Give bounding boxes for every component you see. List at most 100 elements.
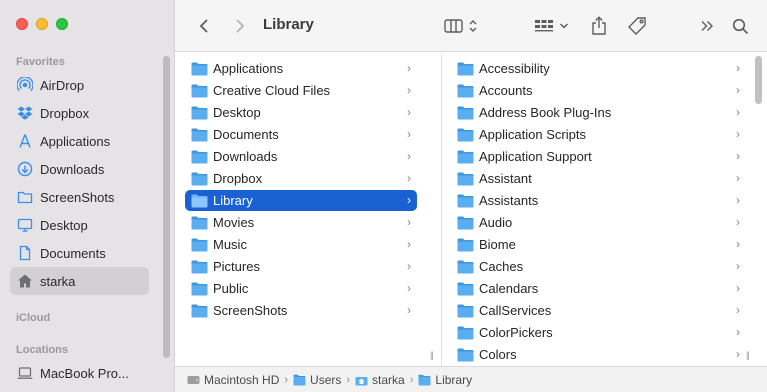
folder-icon <box>457 106 474 119</box>
sidebar-item-label: Desktop <box>40 217 88 233</box>
folder-name: Accounts <box>479 83 533 98</box>
column1-row-dropbox[interactable]: Dropbox › <box>185 168 417 189</box>
column2-row-caches[interactable]: Caches › <box>451 256 742 277</box>
chevron-left-icon <box>199 19 208 33</box>
folder-name: Public <box>213 281 249 296</box>
folder-name: ScreenShots <box>213 303 288 318</box>
toolbar: Library <box>175 0 767 52</box>
path-item[interactable]: Library <box>418 373 472 387</box>
column1-row-pictures[interactable]: Pictures › <box>185 256 417 277</box>
folder-icon <box>16 188 34 206</box>
chevron-right-icon: › <box>736 193 740 207</box>
window-title: Library <box>263 16 314 33</box>
path-item[interactable]: Macintosh HD <box>187 373 279 387</box>
close-button[interactable] <box>16 18 28 30</box>
sidebar-scrollbar[interactable] <box>163 56 170 358</box>
column1-row-creative-cloud-files[interactable]: Creative Cloud Files › <box>185 80 417 101</box>
column2-row-audio[interactable]: Audio › <box>451 212 742 233</box>
downloads-icon <box>16 160 34 178</box>
chevron-right-icon: › <box>407 171 411 185</box>
folder-icon <box>191 172 208 185</box>
folder-icon <box>457 238 474 251</box>
column1-row-downloads[interactable]: Downloads › <box>185 146 417 167</box>
chevron-right-icon: › <box>736 237 740 251</box>
sidebar-item-airdrop[interactable]: AirDrop <box>10 71 149 99</box>
double-chevron-icon <box>701 21 713 31</box>
share-button[interactable] <box>589 14 609 38</box>
column2-row-application-scripts[interactable]: Application Scripts › <box>451 124 742 145</box>
column1-row-screenshots[interactable]: ScreenShots › <box>185 300 417 321</box>
column2-row-assistant[interactable]: Assistant › <box>451 168 742 189</box>
folder-name: Documents <box>213 127 279 142</box>
home-icon <box>16 272 34 290</box>
folder-name: Assistants <box>479 193 539 208</box>
sidebar-item-documents[interactable]: Documents <box>10 239 149 267</box>
column1-row-desktop[interactable]: Desktop › <box>185 102 417 123</box>
column-scrollbar[interactable] <box>755 56 762 104</box>
chevron-right-icon: › <box>736 149 740 163</box>
column2-row-calendars[interactable]: Calendars › <box>451 278 742 299</box>
sidebar-item-dropbox[interactable]: Dropbox <box>10 99 149 127</box>
column1-row-public[interactable]: Public › <box>185 278 417 299</box>
laptop-icon <box>16 364 34 382</box>
desktop-icon <box>16 216 34 234</box>
sidebar-item-desktop[interactable]: Desktop <box>10 211 149 239</box>
forward-button[interactable] <box>231 14 249 38</box>
sidebar-item-label: Downloads <box>40 161 105 177</box>
path-item[interactable]: starka <box>355 373 405 387</box>
home-icon <box>355 376 368 385</box>
column-resize-handle[interactable]: || <box>430 350 434 360</box>
path-item[interactable]: Users <box>293 373 341 387</box>
path-item-label: starka <box>372 372 405 387</box>
path-item-label: Users <box>310 372 342 387</box>
back-button[interactable] <box>195 14 213 38</box>
column2-row-colorpickers[interactable]: ColorPickers › <box>451 322 742 343</box>
sidebar-item-screenshots[interactable]: ScreenShots <box>10 183 149 211</box>
more-button[interactable] <box>698 14 716 38</box>
zoom-button[interactable] <box>56 18 68 30</box>
chevron-updown-icon <box>469 20 477 32</box>
view-switcher[interactable] <box>441 14 481 38</box>
group-by-button[interactable] <box>532 14 570 38</box>
tag-button[interactable] <box>626 14 648 38</box>
path-item-label: Library <box>435 372 473 387</box>
sidebar-item-starka[interactable]: starka <box>10 267 149 295</box>
chevron-right-icon: › <box>736 127 740 141</box>
finder-window: Favorites AirDrop Dropbox Applications D… <box>0 0 767 392</box>
search-button[interactable] <box>730 14 750 38</box>
column1-row-documents[interactable]: Documents › <box>185 124 417 145</box>
chevron-right-icon: › <box>407 215 411 229</box>
column1-row-movies[interactable]: Movies › <box>185 212 417 233</box>
airdrop-icon <box>16 76 34 94</box>
folder-icon <box>457 172 474 185</box>
minimize-button[interactable] <box>36 18 48 30</box>
sidebar-item-applications[interactable]: Applications <box>10 127 149 155</box>
column-resize-handle[interactable]: || <box>746 350 750 360</box>
column-view-icon <box>444 19 463 33</box>
chevron-right-icon: › <box>736 105 740 119</box>
column1-row-music[interactable]: Music › <box>185 234 417 255</box>
chevron-right-icon: › <box>407 83 411 97</box>
column2-row-accessibility[interactable]: Accessibility › <box>451 58 742 79</box>
column2-row-application-support[interactable]: Application Support › <box>451 146 742 167</box>
folder-icon <box>191 216 208 229</box>
window-controls <box>16 18 68 30</box>
column-user-folder: Applications › Creative Cloud Files › Deskto… <box>176 53 427 366</box>
sidebar-item-label: Applications <box>40 133 111 149</box>
sidebar-item-downloads[interactable]: Downloads <box>10 155 149 183</box>
column2-row-biome[interactable]: Biome › <box>451 234 742 255</box>
column1-row-library[interactable]: Library › <box>185 190 417 211</box>
column2-row-colors[interactable]: Colors › <box>451 344 742 365</box>
column2-row-callservices[interactable]: CallServices › <box>451 300 742 321</box>
column2-row-address-book-plug-ins[interactable]: Address Book Plug-Ins › <box>451 102 742 123</box>
folder-name: Movies <box>213 215 255 230</box>
column2-row-assistants[interactable]: Assistants › <box>451 190 742 211</box>
path-item-label: Macintosh HD <box>204 372 280 387</box>
folder-name: Desktop <box>213 105 261 120</box>
folder-name: Applications <box>213 61 284 76</box>
column2-row-accounts[interactable]: Accounts › <box>451 80 742 101</box>
sidebar-item-macbook[interactable]: MacBook Pro... <box>10 359 149 387</box>
column1-row-applications[interactable]: Applications › <box>185 58 417 79</box>
folder-icon <box>293 374 306 385</box>
folder-name: Calendars <box>479 281 539 296</box>
